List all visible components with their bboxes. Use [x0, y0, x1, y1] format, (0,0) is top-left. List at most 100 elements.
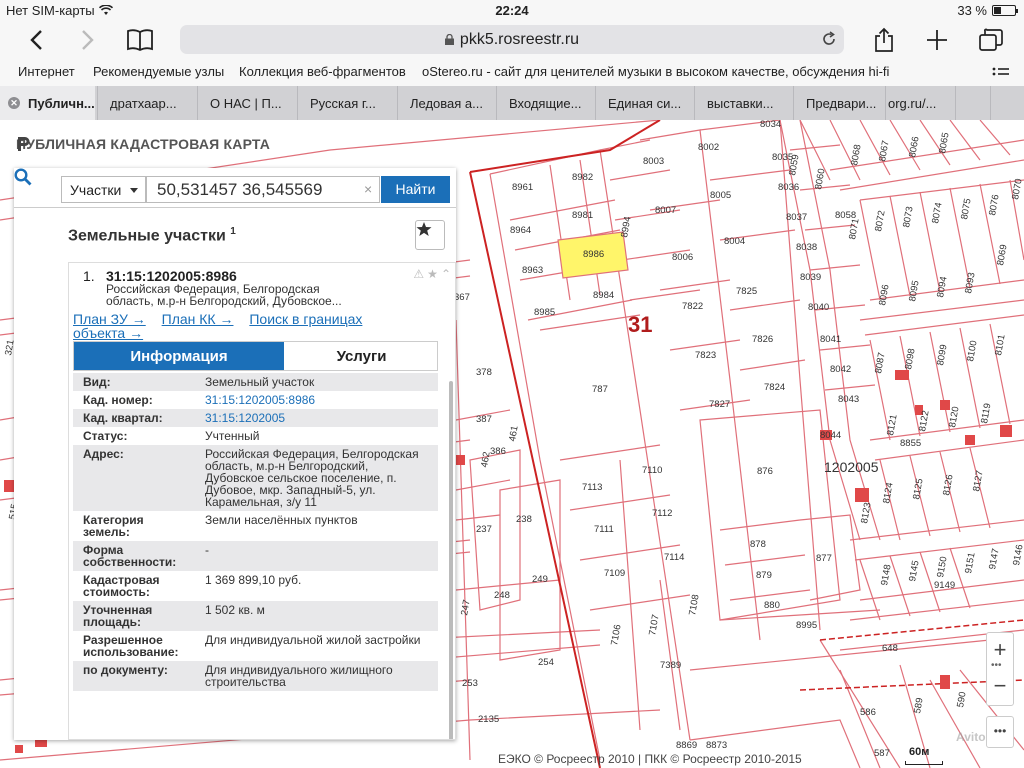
svg-text:367: 367 — [454, 292, 470, 303]
zoom-out-button[interactable]: − — [987, 669, 1013, 705]
search-input[interactable]: 50,531457 36,545569 — [146, 176, 380, 203]
tab-label: Предвари... — [806, 96, 877, 111]
svg-text:876: 876 — [757, 466, 773, 477]
star-icon — [416, 222, 432, 236]
tabs-bar: ✕ Публичн... дратхаар... О НАС | П... Ру… — [0, 86, 1024, 120]
svg-text:8068: 8068 — [849, 144, 864, 167]
tab-label: выставки... — [707, 96, 774, 111]
tab-item[interactable]: дратхаар... — [97, 86, 197, 120]
bookmark-item[interactable]: Коллекция веб-фрагментов — [239, 64, 406, 79]
tab-item[interactable]: Предвари... — [793, 86, 885, 120]
back-button[interactable] — [20, 24, 52, 56]
url-bar[interactable]: pkk5.rosreestr.ru — [180, 25, 844, 54]
chevron-right-icon — [82, 30, 94, 50]
tab-item[interactable]: выставки... — [694, 86, 793, 120]
tab-item[interactable] — [955, 86, 990, 120]
svg-text:2135: 2135 — [478, 714, 499, 725]
tab-label: дратхаар... — [110, 96, 177, 111]
tabs-icon — [979, 28, 1003, 51]
tab-active[interactable]: ✕ Публичн... — [0, 86, 95, 120]
favorite-button[interactable] — [415, 220, 445, 250]
svg-text:8124: 8124 — [881, 482, 896, 505]
scale-label: 60м — [909, 746, 930, 758]
bookmark-item[interactable]: Интернет — [18, 64, 75, 79]
tab-label: org.ru/... — [888, 96, 937, 111]
close-icon[interactable]: ✕ — [8, 97, 20, 109]
forward-button[interactable] — [72, 24, 104, 56]
tab-information[interactable]: Информация — [74, 342, 284, 370]
map-title-text: ПУБЛИЧНАЯ КАДАСТРОВАЯ КАРТА — [16, 136, 271, 152]
result-number: 1. — [83, 268, 95, 284]
svg-text:8981: 8981 — [572, 210, 593, 221]
svg-text:9145: 9145 — [907, 560, 922, 583]
svg-text:8096: 8096 — [877, 284, 892, 307]
svg-text:7114: 7114 — [664, 552, 684, 563]
star-outline-icon[interactable]: ★ — [427, 267, 438, 281]
info-label: Кадастровая стоимость: — [83, 573, 160, 599]
info-row: Адрес: Российская Федерация, Белгородская… — [73, 445, 438, 511]
share-button[interactable] — [868, 24, 900, 56]
info-value-link[interactable]: 31:15:1202005:8986 — [193, 394, 428, 406]
info-value: Земельный участок — [205, 375, 315, 389]
results-title: Земельные участки 1 — [68, 226, 236, 245]
info-value: 1 502 кв. м — [205, 603, 265, 617]
tab-item[interactable] — [990, 86, 1024, 120]
search-type-select[interactable]: Участки — [61, 176, 146, 203]
new-tab-button[interactable] — [921, 24, 953, 56]
bookmarks-button[interactable] — [124, 24, 156, 56]
tab-label: Единая си... — [608, 96, 682, 111]
svg-text:8003: 8003 — [643, 156, 664, 167]
svg-text:8855: 8855 — [900, 438, 921, 449]
chevron-up-icon[interactable]: ⌃ — [441, 267, 451, 281]
scale-bar — [905, 761, 943, 765]
cadastral-map[interactable]: 8961 8982 8964 8981 8994 8963 8986 8984 … — [0, 120, 1024, 768]
bookmark-item[interactable]: oStereo.ru - сайт для ценителей музыки в… — [422, 64, 889, 79]
svg-text:9147: 9147 — [987, 548, 1002, 571]
link-plan-kk[interactable]: План КК → — [162, 311, 234, 327]
scrollbar[interactable] — [449, 381, 453, 739]
svg-text:8043: 8043 — [838, 394, 859, 405]
svg-text:8964: 8964 — [510, 225, 531, 236]
tab-item[interactable]: Входящие... — [496, 86, 595, 120]
tab-item[interactable]: Ледовая а... — [397, 86, 496, 120]
clear-icon[interactable]: × — [364, 181, 372, 197]
svg-text:7106: 7106 — [609, 624, 624, 647]
search-button[interactable]: Найти — [381, 176, 450, 203]
svg-text:9148: 9148 — [879, 564, 894, 587]
svg-text:8006: 8006 — [672, 252, 693, 263]
svg-text:7823: 7823 — [695, 350, 716, 361]
reload-icon[interactable] — [820, 30, 838, 48]
info-label: Уточненная площадь: — [83, 603, 153, 629]
svg-text:648: 648 — [882, 643, 898, 654]
tabs-overview-button[interactable] — [975, 24, 1007, 56]
tab-item[interactable]: org.ru/... — [885, 86, 955, 120]
info-value: Российская Федерация, Белгородская облас… — [205, 447, 419, 509]
search-icon-button[interactable] — [14, 168, 58, 208]
map-menu-button[interactable]: ••• — [986, 716, 1014, 748]
tab-item[interactable]: Русская г... — [297, 86, 397, 120]
info-row: Разрешенное использование: Для индивидуал… — [73, 631, 438, 661]
warning-icon[interactable]: ⚠ — [413, 267, 424, 281]
chevron-left-icon — [30, 30, 42, 50]
bookmarks-bar: Интернет Рекомендуемые узлы Коллекция ве… — [0, 60, 1024, 86]
bookmark-item[interactable]: Рекомендуемые узлы — [93, 64, 224, 79]
svg-text:254: 254 — [538, 657, 554, 668]
map-title: ПУБЛИЧНАЯ КАДАСТРОВАЯ КАРТА — [16, 136, 270, 152]
svg-text:7111: 7111 — [594, 524, 614, 535]
svg-text:8121: 8121 — [885, 414, 900, 437]
url-text: pkk5.rosreestr.ru — [459, 31, 580, 48]
svg-text:7107: 7107 — [647, 614, 662, 637]
svg-text:237: 237 — [476, 524, 492, 535]
svg-text:8037: 8037 — [786, 212, 807, 223]
info-value-link[interactable]: 31:15:1202005 — [193, 412, 428, 424]
svg-text:7824: 7824 — [764, 382, 785, 393]
svg-text:253: 253 — [462, 678, 478, 689]
info-label: Вид: — [83, 375, 111, 389]
share-icon — [875, 27, 893, 52]
result-card: 1. 31:15:1202005:8986 Российская Федерац… — [68, 262, 456, 740]
tab-item[interactable]: Единая си... — [595, 86, 694, 120]
tab-item[interactable]: О НАС | П... — [197, 86, 297, 120]
more-icon[interactable] — [992, 66, 1010, 80]
svg-text:8120: 8120 — [947, 406, 962, 429]
tab-services[interactable]: Услуги — [284, 342, 439, 370]
